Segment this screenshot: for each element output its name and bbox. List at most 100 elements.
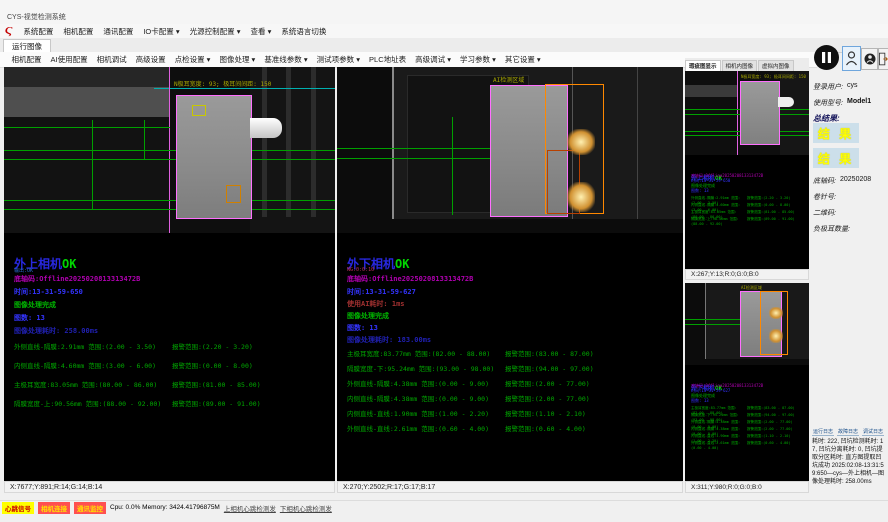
magenta-guide-line	[737, 71, 738, 155]
toolbar-item[interactable]: 基准线参数 ▾	[260, 54, 312, 65]
camera-left-count: 图数: 13	[14, 313, 45, 323]
toolbar-item[interactable]: 点检设置 ▾	[170, 54, 215, 65]
electrode-block	[740, 81, 780, 145]
measurement-value: 内侧直线-隔膜:4.38mm 范围:(0.00 - 9.00)	[691, 427, 747, 434]
measurement-value: 外侧直线-隔膜:4.38mm 范围:(0.00 - 9.00)	[691, 420, 747, 427]
negative-tab-count-label: 负极耳数量:	[813, 224, 850, 234]
measurement-value: 内侧直线-隔膜:4.60mm 范围:(3.00 - 6.00)	[14, 360, 172, 379]
machine-stripe	[262, 67, 267, 217]
menu-item[interactable]: IO卡配置 ▾	[138, 26, 184, 37]
measurement-row: 内侧直线-直线:1.90mm 范围:(1.00 - 2.20) 报警范围:(1.…	[691, 434, 795, 441]
measurement-alarm: 报警范围:(2.20 - 3.20)	[172, 341, 253, 360]
log-tab[interactable]: 运行日志	[812, 428, 834, 436]
toolbar-items: 相机配置AI使用配置相机调试高级设置点检设置 ▾图像处理 ▾基准线参数 ▾测试项…	[7, 54, 545, 65]
app-logo-icon: Ϛ	[5, 25, 12, 37]
highlight-glow	[769, 307, 783, 319]
result-box-upper: 结 果	[813, 123, 859, 143]
admin-button[interactable]	[861, 48, 878, 70]
measurement-value: 主极耳宽度:83.77mm 范围:(82.00 - 88.00)	[347, 348, 505, 363]
measurement-alarm: 报警范围:(81.00 - 85.00)	[172, 379, 261, 398]
measurement-row: 外侧直线-直线:2.61mm 范围:(0.60 - 4.00) 报警范围:(0.…	[347, 423, 594, 438]
thumb-count: 图数: 13	[691, 398, 709, 404]
camera-left-code: 底轴码:Offline2025020813313472B	[14, 274, 140, 284]
measurement-alarm: 报警范围:(94.00 - 97.00)	[505, 363, 594, 378]
thumb-tab-virtual[interactable]: 虚拟内图像	[758, 60, 794, 71]
menu-item[interactable]: 光源控制配置 ▾	[185, 26, 246, 37]
thumb-top-image: N极耳宽度: 93; 极耳间间距: 150	[685, 71, 809, 155]
toolbar-item[interactable]: 高级调试 ▾	[411, 54, 456, 65]
menu-item[interactable]: 相机配置	[58, 26, 98, 37]
measurement-row: 主极耳宽度:83.05mm 范围:(80.00 - 86.00) 报警范围:(8…	[14, 379, 261, 398]
camera-right-time: 时间:13-31-59-627	[347, 287, 416, 297]
toolbar-item[interactable]: AI使用配置	[46, 54, 92, 65]
menu-item[interactable]: 系统配置	[18, 26, 58, 37]
axis-code-value: 20250208	[840, 176, 871, 183]
machine-band	[4, 117, 170, 233]
exit-button[interactable]	[878, 48, 888, 70]
highlight-glow	[769, 329, 783, 343]
thumb-tab-camera[interactable]: 相机内图像	[722, 60, 758, 71]
menu-bar: Ϛ 系统配置相机配置通讯配置IO卡配置 ▾光源控制配置 ▾查看 ▾系统语言切换	[0, 24, 888, 38]
highlight-glow	[567, 129, 595, 155]
camera-right-statusbar: X:270;Y:2502;R:17;G:17;B:17	[337, 481, 683, 493]
thumb-top-panel: N极耳宽度: 93; 极耳间间距: 150 外上相机OK 底轴码:Offline…	[685, 71, 809, 269]
toolbar-item[interactable]: 相机配置	[7, 54, 46, 65]
admin-icon	[864, 51, 876, 67]
measurement-row: 隔膜宽度-上:90.56mm 范围:(88.00 - 92.00) 报警范围:(…	[691, 217, 795, 224]
log-tab[interactable]: 调试日志	[862, 428, 884, 436]
measurement-value: 内侧直线-直线:1.90mm 范围:(1.00 - 2.20)	[691, 434, 747, 441]
menu-item[interactable]: 通讯配置	[98, 26, 138, 37]
camera-right-count: 图数: 13	[347, 323, 378, 333]
image-annotation: N极耳宽度: 93; 极耳间间距: 150	[741, 74, 806, 80]
tab-run-image[interactable]: 运行图像	[3, 39, 51, 53]
main-tab-row: 运行图像	[0, 38, 888, 53]
measurement-row: 外侧直线-隔膜:2.91mm 范围:(2.00 - 3.50) 报警范围:(2.…	[14, 341, 261, 360]
camera-left-image: N极耳宽度: 93; 极耳间间距: 150	[4, 67, 335, 233]
lower-camera-heartbeat-link[interactable]: 下相机心跳检测发	[280, 503, 332, 513]
menu-item[interactable]: 系统语言切换	[276, 26, 331, 37]
comm-monitor-badge: 通讯监控	[74, 502, 106, 514]
measurement-alarm: 报警范围:(0.00 - 8.00)	[172, 360, 253, 379]
green-measure-line	[4, 200, 335, 201]
log-tab[interactable]: 故障日志	[837, 428, 859, 436]
toolbar-item[interactable]: 测试项参数 ▾	[312, 54, 364, 65]
toolbar-item[interactable]: 图像处理 ▾	[215, 54, 260, 65]
pause-button[interactable]	[813, 44, 840, 71]
image-annotation: N极耳宽度: 93; 极耳间间距: 150	[174, 79, 271, 88]
camera-left-time: 时间:13-31-59-650	[14, 287, 83, 297]
camera-right-done: 图像处理完成	[347, 311, 389, 321]
toolbar-item[interactable]: PLC地址表	[365, 54, 411, 65]
measurement-row: 隔膜宽度-上:90.56mm 范围:(88.00 - 92.00) 报警范围:(…	[14, 398, 261, 417]
camera-right-measurements: 主极耳宽度:83.77mm 范围:(82.00 - 88.00) 报警范围:(8…	[347, 348, 594, 438]
measurement-value: 内侧直线-直线:1.90mm 范围:(1.00 - 2.20)	[347, 408, 505, 423]
measurement-value: 隔膜宽度-下:95.24mm 范围:(93.00 - 98.00)	[691, 413, 747, 420]
upper-camera-heartbeat-link[interactable]: 上相机心跳检测发	[224, 503, 276, 513]
toolbar-item[interactable]: 其它设置 ▾	[500, 54, 545, 65]
camera-left-subtitle: 输出:OK	[14, 267, 33, 274]
thumb-count: 图数: 13	[691, 188, 709, 194]
measurement-row: 隔膜宽度-下:95.24mm 范围:(93.00 - 98.00) 报警范围:(…	[347, 363, 594, 378]
camera-right-ai-time: 使用AI耗时: 1ms	[347, 299, 405, 309]
image-annotation: AI检测区域	[741, 285, 762, 291]
measurement-alarm: 报警范围:(1.10 - 2.10)	[747, 434, 791, 441]
log-text: 耗时: 222, 凹坑检测耗时: 17, 凹坑分离耗时: 0, 凹坑提取分区耗时…	[812, 438, 884, 486]
green-measure-line	[452, 117, 453, 215]
measurement-value: 外侧直线-隔膜:4.38mm 范围:(0.00 - 9.00)	[347, 378, 505, 393]
machine-band	[685, 85, 738, 97]
machine-stripe	[286, 67, 291, 217]
measurement-alarm: 报警范围:(1.10 - 2.10)	[505, 408, 586, 423]
menu-item[interactable]: 查看 ▾	[245, 26, 276, 37]
camera-right-panel: AI检测区域 外下相机OK NG:0:0:10 底轴码:Offline20250…	[337, 67, 683, 481]
toolbar-item[interactable]: 相机调试	[92, 54, 131, 65]
measurement-row: 主极耳宽度:83.77mm 范围:(82.00 - 88.00) 报警范围:(8…	[347, 348, 594, 363]
thumb-tab-defect[interactable]: 瑕疵图显示	[685, 60, 721, 71]
measurement-row: 内侧直线-隔膜:4.60mm 范围:(3.00 - 6.00) 报警范围:(0.…	[14, 360, 261, 379]
toolbar-item[interactable]: 高级设置	[131, 54, 170, 65]
camera-right-subtitle: NG:0:0:10	[347, 267, 374, 273]
toolbar-item[interactable]: 学习参数 ▾	[455, 54, 500, 65]
measurement-value: 隔膜宽度-上:90.56mm 范围:(88.00 - 92.00)	[691, 217, 747, 224]
result-box-lower: 结 果	[813, 148, 859, 168]
measurement-row: 内侧直线-直线:1.90mm 范围:(1.00 - 2.20) 报警范围:(1.…	[347, 408, 594, 423]
user-button[interactable]	[842, 46, 861, 71]
measurement-value: 外侧直线-隔膜:2.91mm 范围:(2.00 - 3.50)	[14, 341, 172, 360]
